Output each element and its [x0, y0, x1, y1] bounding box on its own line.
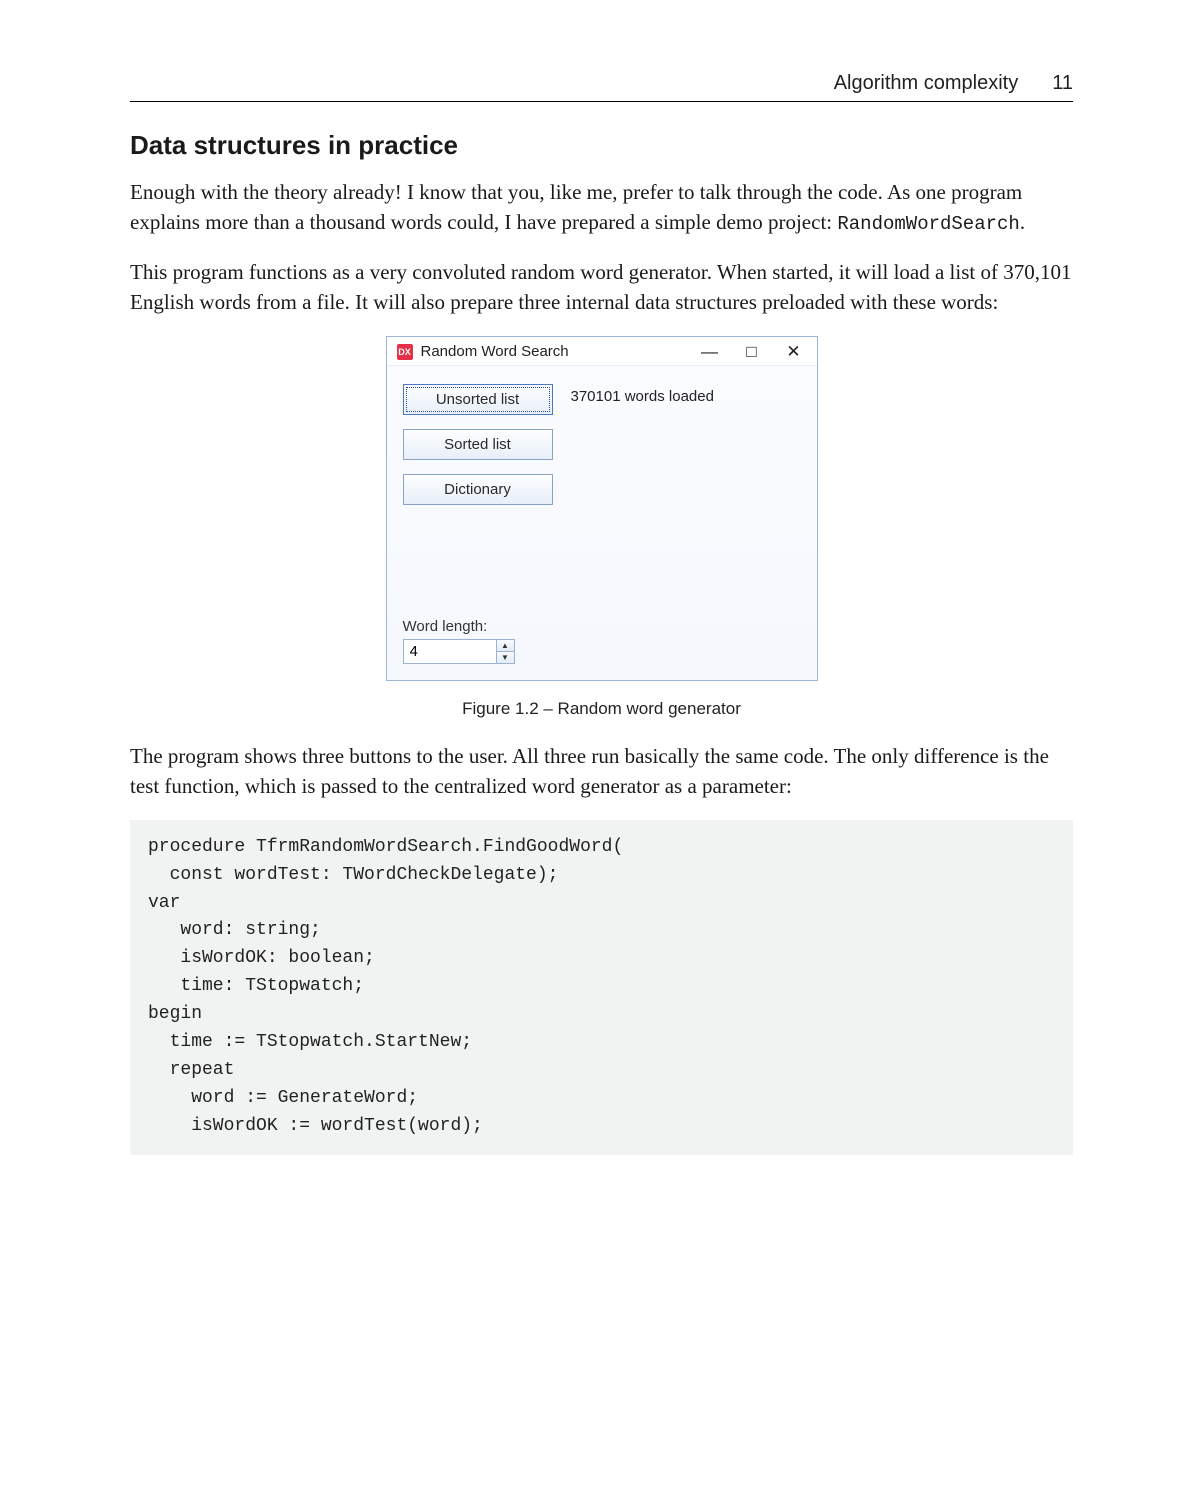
maximize-icon[interactable]: □ — [743, 343, 761, 361]
window-title: Random Word Search — [421, 343, 701, 360]
spinner-up-icon[interactable]: ▲ — [497, 640, 514, 651]
word-length-spinner[interactable]: ▲ ▼ — [403, 639, 515, 664]
sorted-list-button[interactable]: Sorted list — [403, 429, 553, 460]
word-length-label: Word length: — [403, 618, 553, 635]
close-icon[interactable]: ✕ — [785, 343, 803, 361]
window-control-buttons: — □ ✕ — [701, 343, 809, 361]
status-text: 370101 words loaded — [571, 388, 714, 405]
inline-code-project-name: RandomWordSearch — [837, 213, 1019, 235]
spinner-steppers: ▲ ▼ — [496, 640, 514, 663]
running-title: Algorithm complexity — [834, 72, 1019, 95]
body-paragraph-1: Enough with the theory already! I know t… — [130, 177, 1073, 239]
header-rule — [130, 101, 1073, 102]
dictionary-button[interactable]: Dictionary — [403, 474, 553, 505]
code-block: procedure TfrmRandomWordSearch.FindGoodW… — [130, 820, 1073, 1155]
window-titlebar: DX Random Word Search — □ ✕ — [387, 337, 817, 366]
spinner-down-icon[interactable]: ▼ — [497, 651, 514, 663]
minimize-icon[interactable]: — — [701, 343, 719, 361]
window-body: Unsorted list Sorted list Dictionary Wor… — [387, 366, 817, 680]
word-length-input[interactable] — [404, 640, 496, 663]
page-number: 11 — [1052, 72, 1073, 95]
app-window: DX Random Word Search — □ ✕ Unsorted lis… — [386, 336, 818, 681]
p1-text-b: . — [1020, 210, 1025, 234]
page: Algorithm complexity 11 Data structures … — [0, 0, 1203, 1500]
app-icon: DX — [397, 344, 413, 360]
window-right-panel: 370101 words loaded — [571, 384, 801, 664]
section-heading: Data structures in practice — [130, 130, 1073, 161]
unsorted-list-button[interactable]: Unsorted list — [403, 384, 553, 415]
figure-caption: Figure 1.2 – Random word generator — [130, 699, 1073, 719]
body-paragraph-3: The program shows three buttons to the u… — [130, 741, 1073, 802]
body-paragraph-2: This program functions as a very convolu… — [130, 257, 1073, 318]
left-panel-spacer — [403, 519, 553, 618]
window-left-panel: Unsorted list Sorted list Dictionary Wor… — [403, 384, 553, 664]
running-head: Algorithm complexity 11 — [130, 72, 1073, 95]
figure-container: DX Random Word Search — □ ✕ Unsorted lis… — [130, 336, 1073, 681]
